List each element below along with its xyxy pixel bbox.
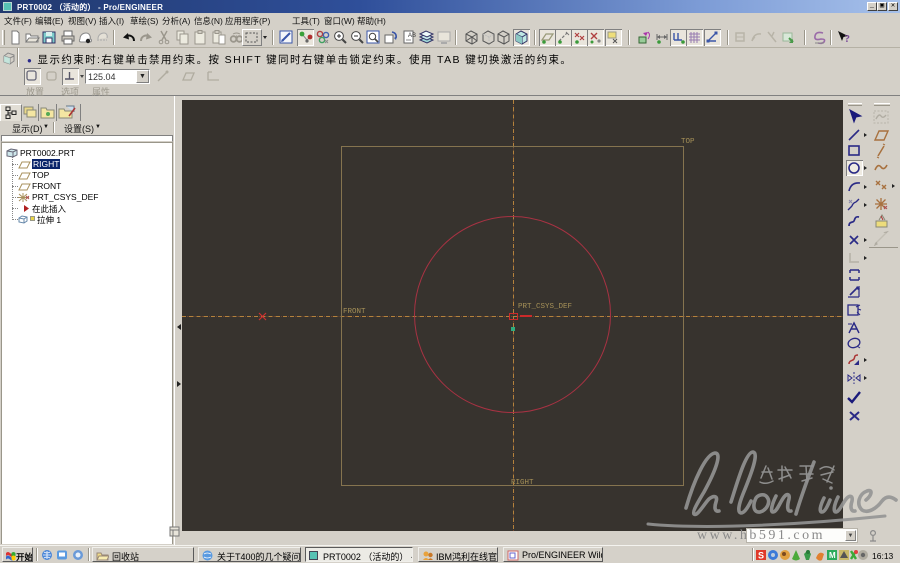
- svg-text:?: ?: [845, 33, 851, 45]
- svg-text:AB: AB: [408, 33, 416, 39]
- svg-text:M: M: [829, 551, 836, 560]
- svg-text:S: S: [758, 551, 764, 561]
